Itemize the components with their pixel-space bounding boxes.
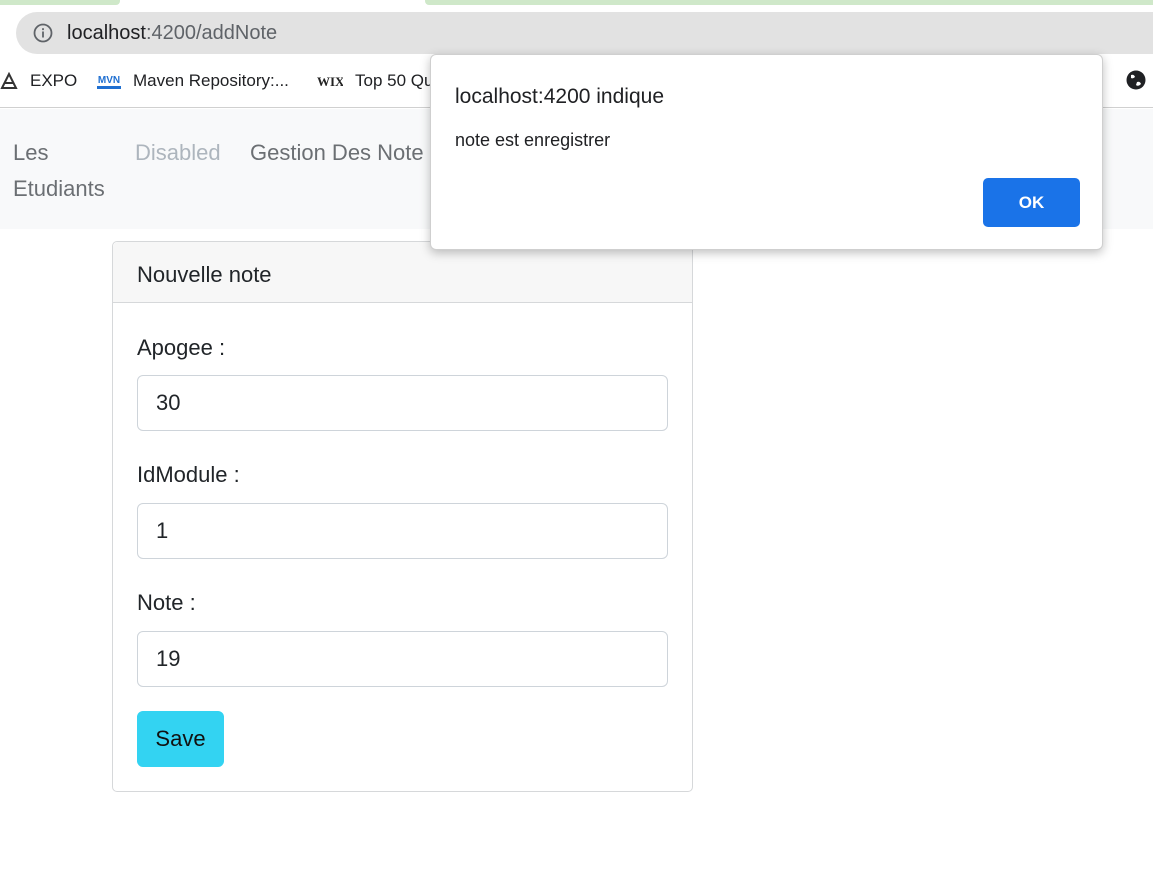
idmodule-input[interactable]: [137, 503, 668, 559]
maven-icon: MVN: [97, 75, 121, 89]
nav-link-label-line1: Les: [13, 140, 49, 165]
idmodule-label: IdModule :: [137, 462, 240, 487]
globe-icon[interactable]: [1125, 69, 1147, 91]
url-path: :4200/addNote: [145, 22, 278, 44]
tab-strip: [0, 0, 1153, 10]
dialog-message: note est enregistrer: [455, 130, 611, 150]
ok-button[interactable]: OK: [983, 178, 1080, 227]
alert-dialog: localhost:4200 indique note est enregist…: [430, 54, 1103, 250]
apogee-label: Apogee :: [137, 335, 226, 360]
url-host: localhost: [67, 22, 146, 44]
tab-indicator-right: [425, 0, 1153, 5]
nav-link-les-etudiants[interactable]: Les Etudiants: [13, 135, 105, 207]
new-note-card: Nouvelle note Apogee : IdModule : Note :…: [112, 241, 693, 792]
nav-link-disabled: Disabled: [135, 140, 221, 165]
bookmark-top50[interactable]: WIX Top 50 Qu: [317, 70, 433, 92]
tab-indicator-left: [0, 0, 120, 5]
bookmark-label: EXPO: [30, 71, 78, 90]
wix-icon: WIX: [317, 74, 343, 89]
dialog-title: localhost:4200 indique: [455, 85, 664, 108]
info-icon[interactable]: [33, 23, 53, 43]
card-title: Nouvelle note: [113, 242, 692, 303]
wix-logo-text: WIX: [317, 74, 343, 89]
expo-icon: [0, 72, 18, 89]
bookmark-expo[interactable]: EXPO: [0, 70, 77, 92]
url-text[interactable]: localhost:4200/addNote: [67, 21, 277, 45]
bookmark-label: Top 50 Qu: [355, 71, 434, 90]
bookmark-label: Maven Repository:...: [133, 71, 289, 90]
note-input[interactable]: [137, 631, 668, 687]
nav-link-label-line2: Etudiants: [13, 176, 105, 201]
nav-link-gestion-des-notes[interactable]: Gestion Des Note: [250, 135, 424, 171]
maven-logo-text: MVN: [98, 75, 120, 86]
bookmark-maven[interactable]: MVN Maven Repository:...: [97, 70, 289, 92]
save-button[interactable]: Save: [137, 711, 224, 767]
apogee-input[interactable]: [137, 375, 668, 431]
note-label: Note :: [137, 590, 196, 615]
